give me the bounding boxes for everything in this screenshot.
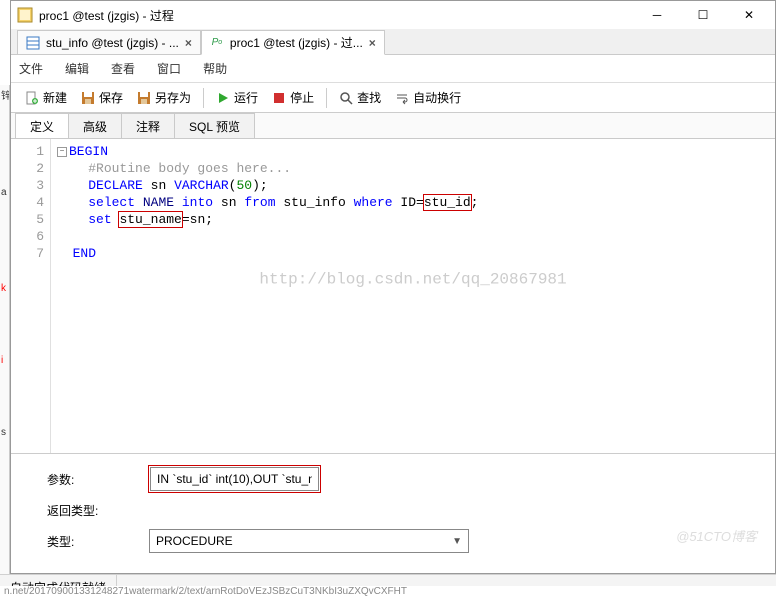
menu-window[interactable]: 窗口 bbox=[157, 60, 181, 77]
close-icon[interactable]: × bbox=[185, 36, 192, 50]
window-title: proc1 @test (jzgis) - 过程 bbox=[39, 7, 631, 24]
type-value: PROCEDURE bbox=[156, 534, 233, 548]
close-icon[interactable]: × bbox=[369, 36, 376, 50]
rettype-label: 返回类型: bbox=[29, 502, 149, 519]
save-button[interactable]: 保存 bbox=[75, 87, 129, 108]
menubar: 文件 编辑 查看 窗口 帮助 bbox=[11, 55, 775, 83]
menu-help[interactable]: 帮助 bbox=[203, 60, 227, 77]
type-label: 类型: bbox=[29, 533, 149, 550]
maximize-button[interactable]: ☐ bbox=[683, 1, 723, 29]
file-tabs: stu_info @test (jzgis) - ... × Po proc1 … bbox=[11, 29, 775, 55]
wrap-button[interactable]: 自动换行 bbox=[389, 87, 467, 108]
tab-definition[interactable]: 定义 bbox=[15, 113, 69, 138]
run-button[interactable]: 运行 bbox=[210, 87, 264, 108]
titlebar: proc1 @test (jzgis) - 过程 ─ ☐ ✕ bbox=[11, 1, 775, 29]
tab-comment[interactable]: 注释 bbox=[121, 113, 175, 138]
new-button[interactable]: 新建 bbox=[19, 87, 73, 108]
file-tab-proc1[interactable]: Po proc1 @test (jzgis) - 过... × bbox=[201, 30, 385, 55]
new-file-icon bbox=[25, 91, 39, 105]
stop-button[interactable]: 停止 bbox=[266, 87, 320, 108]
play-icon bbox=[216, 91, 230, 105]
save-icon bbox=[81, 91, 95, 105]
code-editor[interactable]: 1234567 −BEGIN #Routine body goes here..… bbox=[11, 139, 775, 453]
stop-icon bbox=[272, 91, 286, 105]
app-window: proc1 @test (jzgis) - 过程 ─ ☐ ✕ stu_info … bbox=[10, 0, 776, 574]
app-icon bbox=[17, 7, 33, 23]
params-label: 参数: bbox=[29, 471, 149, 488]
file-tab-stuinfo[interactable]: stu_info @test (jzgis) - ... × bbox=[17, 30, 201, 55]
form-panel: 参数: 返回类型: 类型: PROCEDURE ▼ bbox=[11, 453, 775, 573]
separator bbox=[203, 88, 204, 108]
params-input[interactable] bbox=[150, 467, 319, 491]
proc-icon: Po bbox=[210, 36, 224, 50]
saveas-icon bbox=[137, 91, 151, 105]
find-button[interactable]: 查找 bbox=[333, 87, 387, 108]
close-button[interactable]: ✕ bbox=[729, 1, 769, 29]
menu-edit[interactable]: 编辑 bbox=[65, 60, 89, 77]
separator bbox=[326, 88, 327, 108]
line-gutter: 1234567 bbox=[11, 139, 51, 453]
file-tab-label: stu_info @test (jzgis) - ... bbox=[46, 36, 179, 50]
saveas-button[interactable]: 另存为 bbox=[131, 87, 197, 108]
search-icon bbox=[339, 91, 353, 105]
code-area[interactable]: −BEGIN #Routine body goes here... DECLAR… bbox=[51, 139, 775, 453]
type-select[interactable]: PROCEDURE ▼ bbox=[149, 529, 469, 553]
menu-file[interactable]: 文件 bbox=[19, 60, 43, 77]
menu-view[interactable]: 查看 bbox=[111, 60, 135, 77]
table-icon bbox=[26, 36, 40, 50]
minimize-button[interactable]: ─ bbox=[637, 1, 677, 29]
branding-watermark: @51CTO博客 bbox=[676, 526, 757, 545]
partial-sidebar: 锌 a k is bbox=[0, 85, 10, 574]
toolbar: 新建 保存 另存为 运行 停止 查找 自动换行 bbox=[11, 83, 775, 113]
fold-icon[interactable]: − bbox=[57, 147, 67, 157]
watermark-text: http://blog.csdn.net/qq_20867981 bbox=[259, 272, 566, 289]
chevron-down-icon: ▼ bbox=[452, 536, 462, 547]
garbled-footer: n.net/201709001331248271watermark/2/text… bbox=[0, 586, 776, 600]
sub-tabs: 定义 高级 注释 SQL 预览 bbox=[11, 113, 775, 139]
file-tab-label: proc1 @test (jzgis) - 过... bbox=[230, 34, 363, 51]
tab-sqlpreview[interactable]: SQL 预览 bbox=[174, 113, 255, 138]
wrap-icon bbox=[395, 91, 409, 105]
tab-advanced[interactable]: 高级 bbox=[68, 113, 122, 138]
